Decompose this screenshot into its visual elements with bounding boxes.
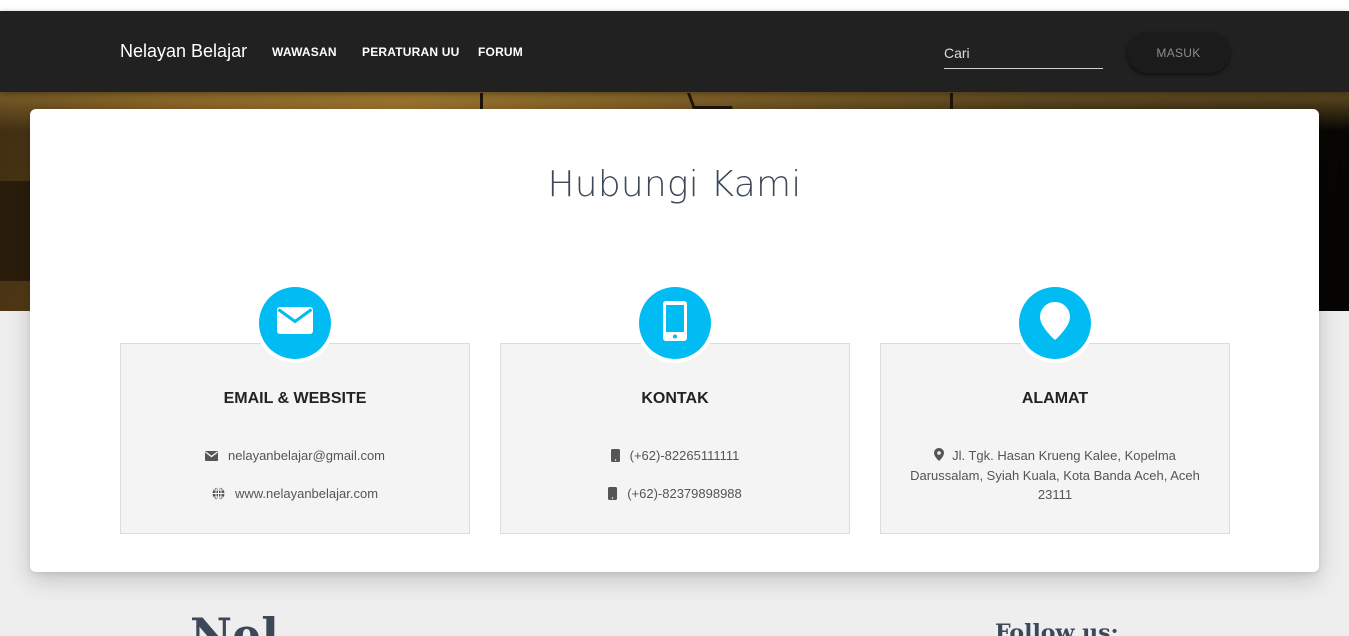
mobile-phone-icon bbox=[663, 300, 687, 346]
brand-logo[interactable]: Nelayan Belajar bbox=[120, 41, 247, 62]
mobile-phone-icon bbox=[610, 448, 620, 465]
map-marker-icon bbox=[1040, 301, 1070, 345]
top-strip bbox=[0, 0, 1349, 11]
address-text: Jl. Tgk. Hasan Krueng Kalee, Kopelma Dar… bbox=[901, 446, 1209, 504]
email-text[interactable]: nelayanbelajar@gmail.com bbox=[228, 448, 385, 463]
website-line: www.nelayanbelajar.com bbox=[121, 486, 469, 503]
search-input[interactable] bbox=[944, 39, 1103, 67]
page-title: Hubungi Kami bbox=[547, 164, 802, 205]
phone-line-1: (+62)-82265111111 bbox=[501, 448, 849, 465]
email-icon-badge bbox=[255, 283, 335, 363]
footer-brand: Nel bbox=[190, 608, 279, 636]
navbar: Nelayan Belajar WAWASAN PERATURAN UU FOR… bbox=[0, 11, 1349, 92]
search-box bbox=[944, 39, 1103, 69]
mobile-phone-icon bbox=[608, 486, 618, 503]
alamat-title: ALAMAT bbox=[1021, 390, 1089, 407]
nav-wawasan[interactable]: WAWASAN bbox=[272, 45, 337, 59]
address-value: Jl. Tgk. Hasan Krueng Kalee, Kopelma Dar… bbox=[910, 448, 1200, 502]
globe-icon bbox=[212, 486, 225, 503]
alamat-box: ALAMAT Jl. Tgk. Hasan Krueng Kalee, Kope… bbox=[880, 343, 1230, 534]
envelope-icon bbox=[277, 307, 313, 339]
follow-us-heading: Follow us: bbox=[995, 620, 1119, 636]
phone-icon-badge bbox=[635, 283, 715, 363]
kontak-box: KONTAK (+62)-82265111111 (+62)-823798989… bbox=[500, 343, 850, 534]
email-line: nelayanbelajar@gmail.com bbox=[121, 448, 469, 464]
email-website-title: EMAIL & WEBSITE bbox=[223, 390, 367, 407]
contact-card: Hubungi Kami EMAIL & WEBSITE nelayanbela… bbox=[30, 109, 1319, 572]
phone-line-2: (+62)-82379898988 bbox=[501, 486, 849, 503]
kontak-title: KONTAK bbox=[641, 390, 709, 407]
map-marker-icon bbox=[934, 447, 945, 466]
website-text[interactable]: www.nelayanbelajar.com bbox=[235, 486, 378, 501]
email-website-box: EMAIL & WEBSITE nelayanbelajar@gmail.com… bbox=[120, 343, 470, 534]
nav-forum[interactable]: FORUM bbox=[478, 45, 523, 59]
phone-text-2[interactable]: (+62)-82379898988 bbox=[627, 486, 742, 501]
envelope-icon bbox=[205, 449, 218, 464]
nav-peraturan-uu[interactable]: PERATURAN UU bbox=[362, 45, 460, 59]
phone-text-1[interactable]: (+62)-82265111111 bbox=[630, 448, 740, 463]
location-icon-badge bbox=[1015, 283, 1095, 363]
login-button[interactable]: MASUK bbox=[1127, 32, 1230, 73]
